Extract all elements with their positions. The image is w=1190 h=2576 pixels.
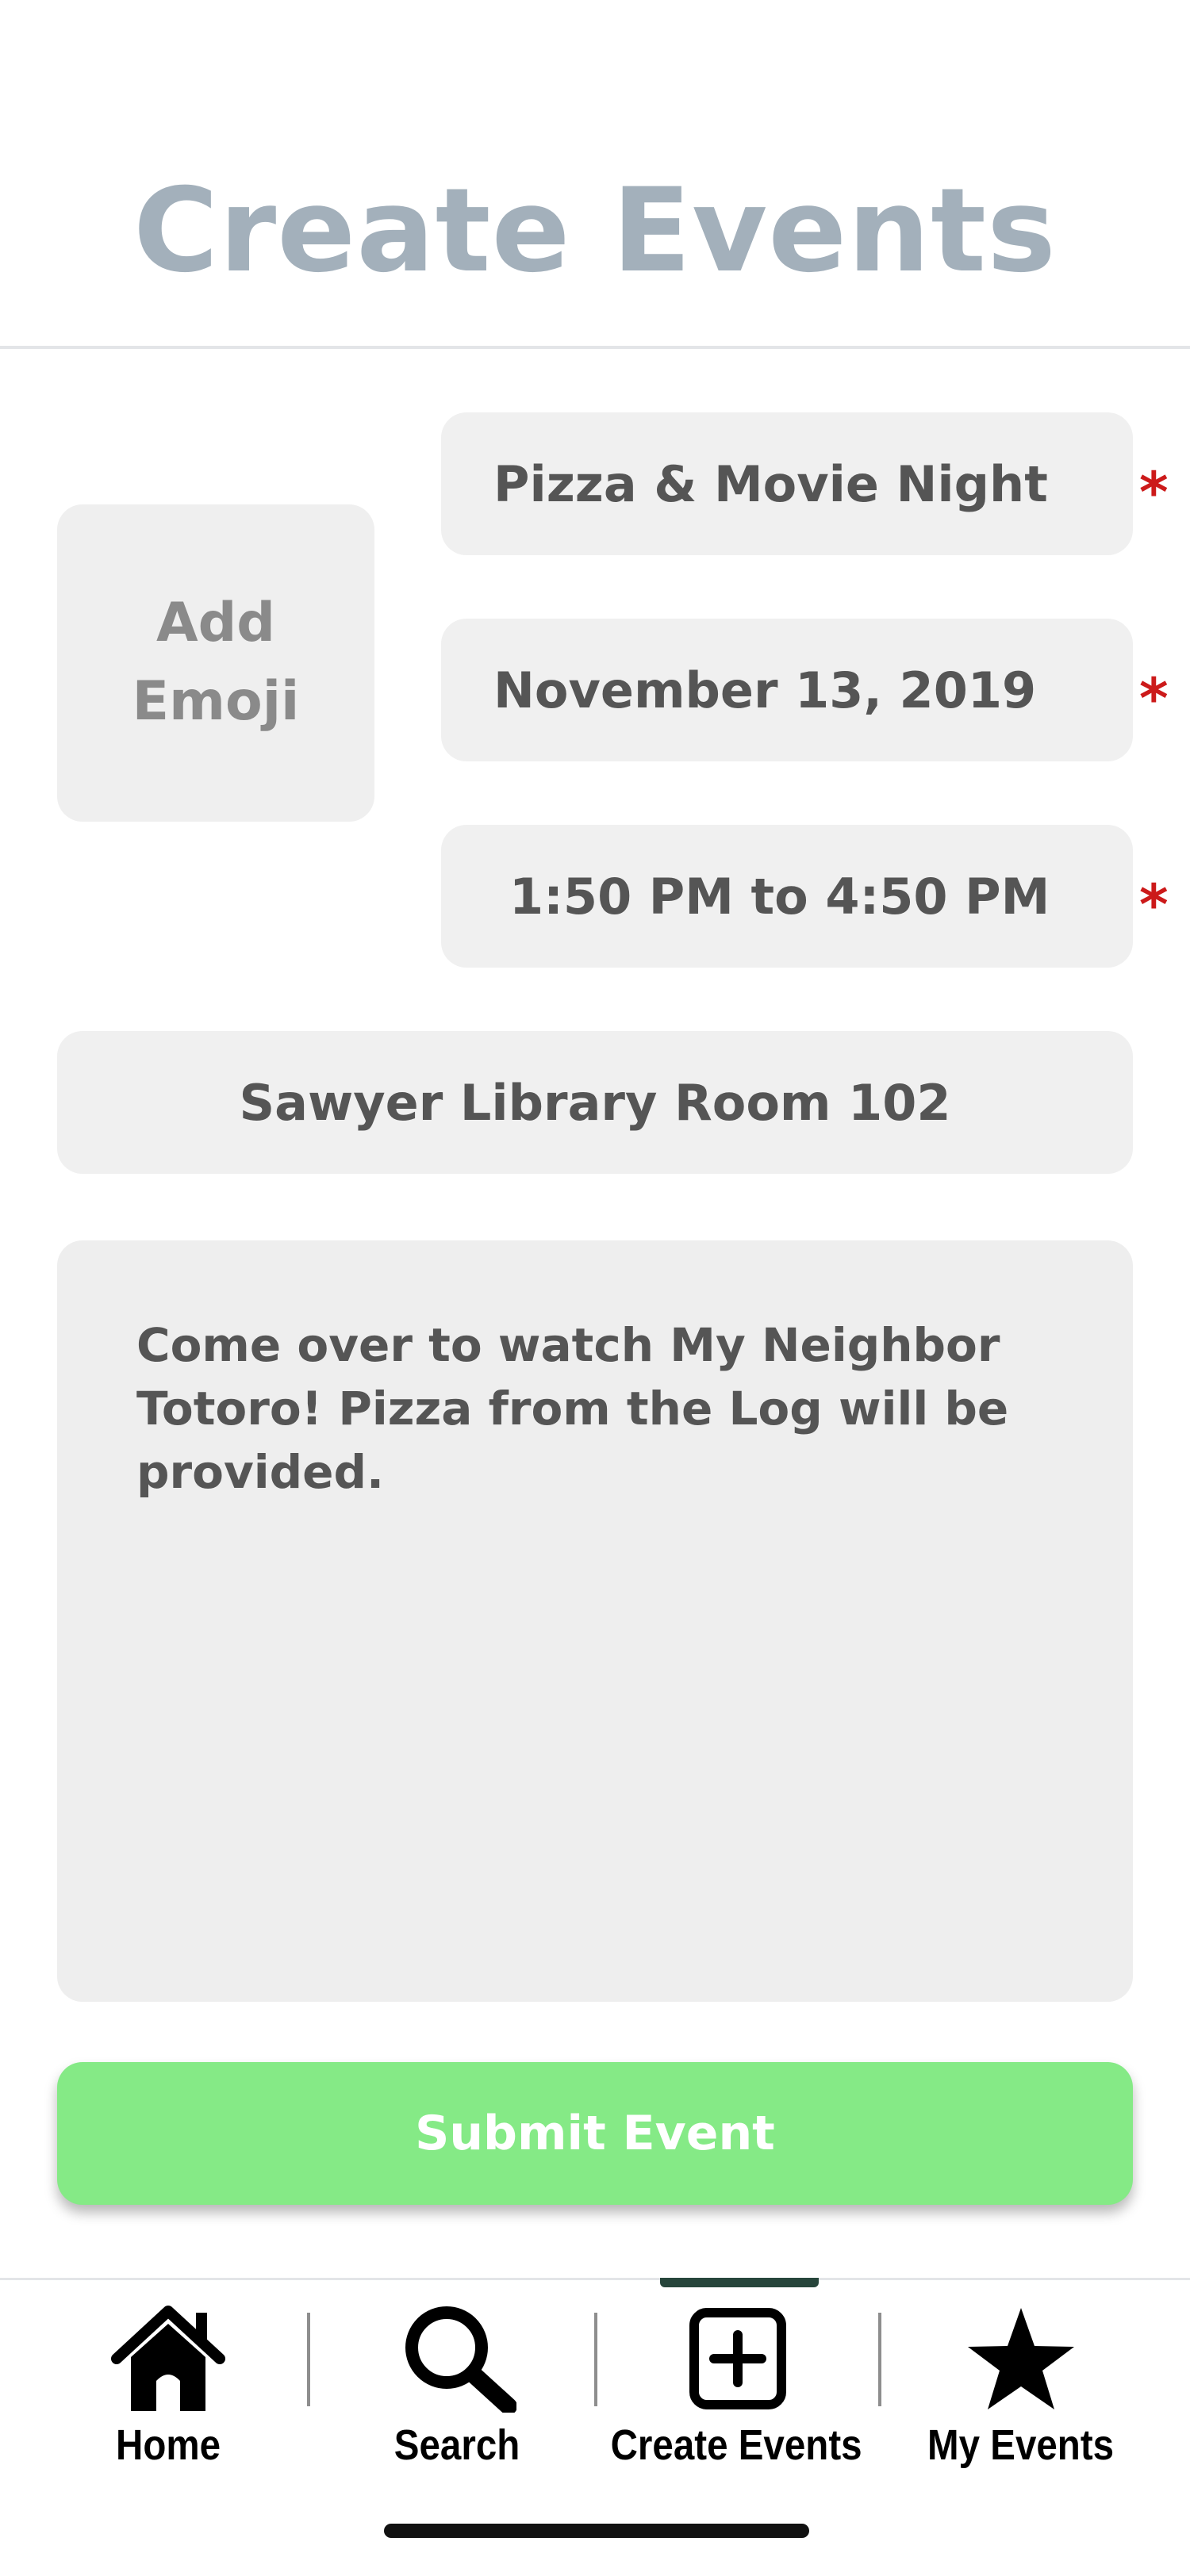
- home-icon: [111, 2306, 225, 2411]
- event-description-value: Come over to watch My Neighbor Totoro! P…: [136, 1318, 1009, 1500]
- event-date-value: November 13, 2019: [493, 661, 1037, 719]
- search-icon: [405, 2306, 516, 2413]
- page-title: Create Events: [133, 163, 1057, 298]
- star-icon: [968, 2308, 1074, 2409]
- event-date-required-marker: *: [1139, 666, 1169, 731]
- nav-search-label: Search: [393, 2421, 520, 2469]
- event-name-value: Pizza & Movie Night: [493, 454, 1048, 513]
- nav-my-events[interactable]: My Events: [906, 2292, 1136, 2474]
- event-date-field[interactable]: November 13, 2019: [441, 619, 1133, 761]
- event-name-required-marker: *: [1139, 460, 1169, 525]
- nav-search[interactable]: Search: [370, 2292, 544, 2474]
- home-indicator[interactable]: [384, 2524, 809, 2538]
- event-time-value: 1:50 PM to 4:50 PM: [509, 867, 1050, 926]
- active-tab-indicator: [660, 2278, 819, 2287]
- event-location-value: Sawyer Library Room 102: [239, 1073, 951, 1132]
- nav-home[interactable]: Home: [81, 2292, 255, 2474]
- event-time-field[interactable]: 1:50 PM to 4:50 PM: [441, 825, 1133, 968]
- event-time-required-marker: *: [1139, 872, 1169, 937]
- event-description-field[interactable]: Come over to watch My Neighbor Totoro! P…: [57, 1240, 1133, 2002]
- nav-my-events-label: My Events: [927, 2421, 1115, 2469]
- nav-home-label: Home: [115, 2421, 221, 2469]
- add-emoji-label-line1: Add: [156, 592, 275, 655]
- nav-separator: [307, 2313, 310, 2406]
- nav-create-events[interactable]: Create Events: [609, 2292, 863, 2474]
- nav-create-events-label: Create Events: [610, 2421, 862, 2469]
- submit-event-button[interactable]: Submit Event: [57, 2062, 1133, 2205]
- nav-separator: [594, 2313, 597, 2406]
- header-divider: [0, 346, 1190, 349]
- add-emoji-button[interactable]: Add Emoji: [57, 504, 374, 822]
- event-location-field[interactable]: Sawyer Library Room 102: [57, 1031, 1133, 1174]
- event-name-field[interactable]: Pizza & Movie Night: [441, 412, 1133, 555]
- nav-separator: [878, 2313, 881, 2406]
- add-emoji-label-line2: Emoji: [132, 670, 300, 733]
- nav-divider: [0, 2278, 1190, 2280]
- plus-square-icon: [689, 2308, 786, 2409]
